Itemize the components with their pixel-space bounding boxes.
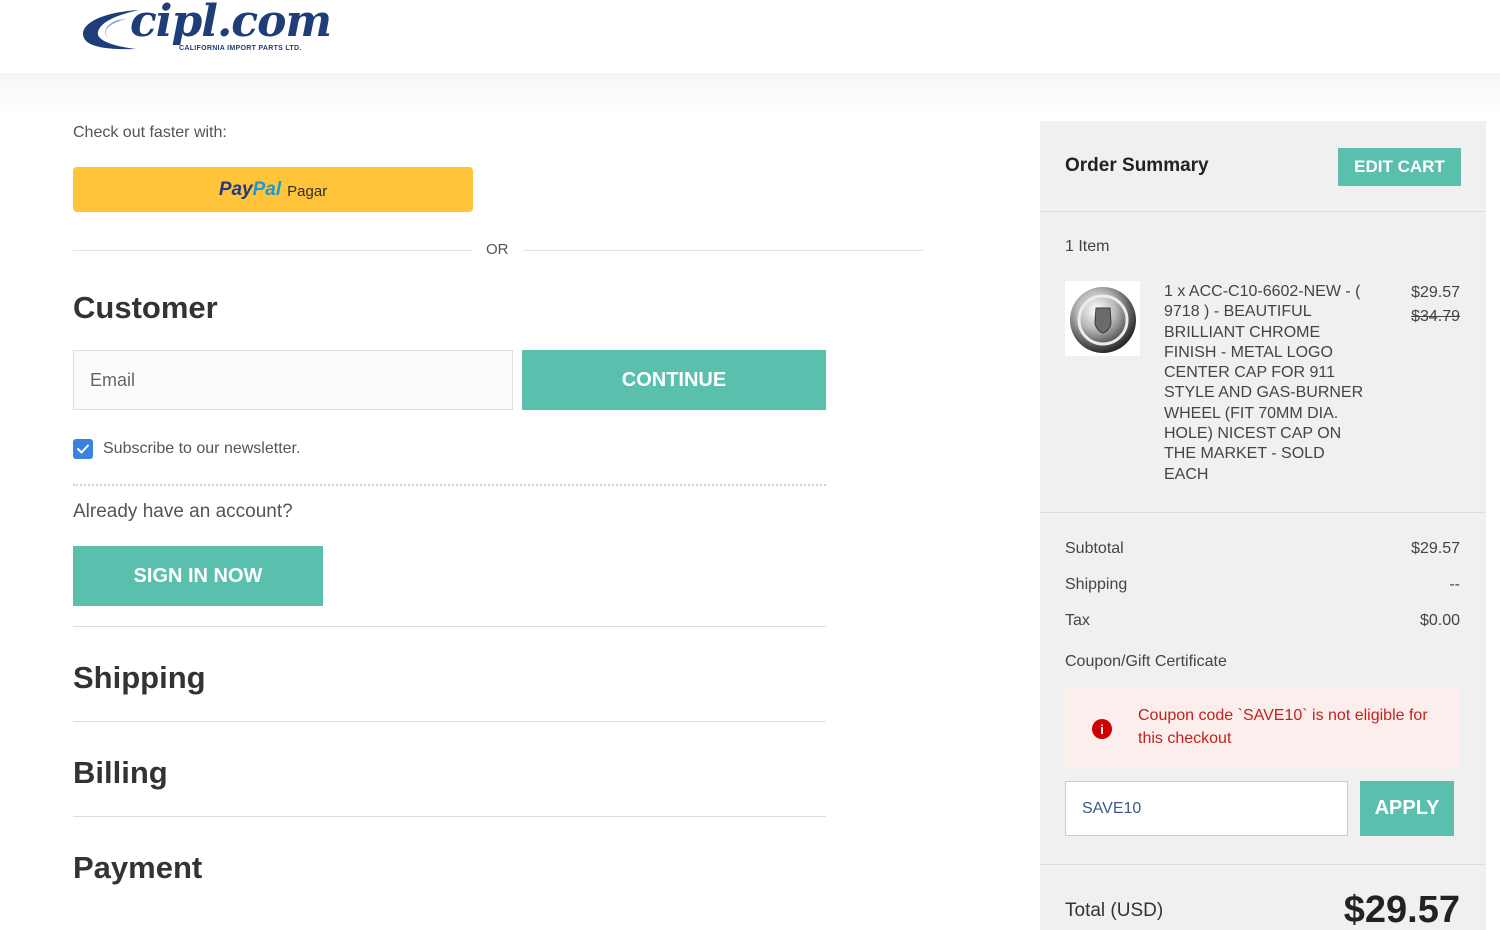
paypal-button-label: Pagar — [287, 182, 328, 200]
subtotal-label: Subtotal — [1065, 540, 1124, 557]
or-divider-right — [523, 250, 923, 251]
check-icon — [77, 444, 89, 454]
header-shadow-band — [0, 73, 1500, 113]
newsletter-checkbox[interactable] — [73, 439, 93, 459]
shipping-section-title[interactable]: Shipping — [73, 660, 206, 696]
coupon-label: Coupon/Gift Certificate — [1065, 653, 1227, 670]
summary-divider — [1040, 864, 1486, 865]
billing-section-title[interactable]: Billing — [73, 755, 168, 791]
newsletter-label: Subscribe to our newsletter. — [103, 440, 301, 457]
coupon-input[interactable] — [1065, 781, 1348, 836]
paypal-wordmark-pay: Pay — [218, 178, 253, 200]
section-divider — [73, 816, 826, 817]
account-question: Already have an account? — [73, 501, 293, 522]
total-value: $29.57 — [1343, 889, 1460, 930]
error-icon: i — [1092, 719, 1112, 739]
summary-divider — [1040, 512, 1486, 513]
sign-in-button[interactable]: SIGN IN NOW — [73, 546, 323, 606]
customer-section-title: Customer — [73, 290, 218, 325]
or-divider-left — [73, 250, 473, 251]
section-divider — [73, 721, 826, 722]
product-thumbnail — [1065, 281, 1140, 356]
product-description: 1 x ACC-C10-6602-NEW - ( 9718 ) - BEAUTI… — [1164, 283, 1364, 483]
logo-tagline: CALIFORNIA IMPORT PARTS LTD. — [179, 45, 302, 52]
summary-divider — [1040, 211, 1486, 212]
shipping-value: -- — [1449, 576, 1460, 593]
tax-label: Tax — [1065, 612, 1090, 629]
subtotal-value: $29.57 — [1411, 540, 1460, 557]
product-original-price: $34.79 — [1411, 308, 1460, 325]
email-field[interactable] — [73, 350, 513, 410]
edit-cart-button[interactable]: EDIT CART — [1338, 148, 1461, 186]
site-header: cipl.com CALIFORNIA IMPORT PARTS LTD. — [0, 0, 1500, 73]
paypal-wordmark-pal: Pal — [252, 178, 282, 200]
wheel-cap-icon — [1069, 286, 1136, 353]
coupon-error-alert: i Coupon code `SAVE10` is not eligible f… — [1065, 688, 1460, 768]
coupon-error-message: Coupon code `SAVE10` is not eligible for… — [1138, 707, 1428, 747]
product-price: $29.57 — [1411, 284, 1460, 301]
apply-coupon-button[interactable]: APPLY — [1360, 781, 1454, 836]
payment-section-title[interactable]: Payment — [73, 850, 202, 886]
order-summary-panel: Order Summary EDIT CART 1 Item 1 x ACC-C… — [1040, 121, 1486, 930]
logo-wordmark: cipl.com — [130, 0, 332, 47]
paypal-button[interactable]: Pay Pal Pagar — [73, 167, 473, 212]
or-divider-text: OR — [486, 241, 509, 258]
dotted-divider — [73, 484, 826, 486]
site-logo[interactable]: cipl.com CALIFORNIA IMPORT PARTS LTD. — [78, 0, 332, 58]
checkout-faster-label: Check out faster with: — [73, 124, 227, 141]
total-label: Total (USD) — [1065, 900, 1164, 921]
tax-value: $0.00 — [1419, 612, 1460, 629]
order-summary-title: Order Summary — [1065, 155, 1209, 176]
continue-button[interactable]: CONTINUE — [522, 350, 826, 410]
shipping-label: Shipping — [1065, 576, 1128, 593]
section-divider — [73, 626, 826, 627]
newsletter-checkbox-row[interactable]: Subscribe to our newsletter. — [73, 439, 300, 459]
item-count: 1 Item — [1065, 238, 1110, 255]
